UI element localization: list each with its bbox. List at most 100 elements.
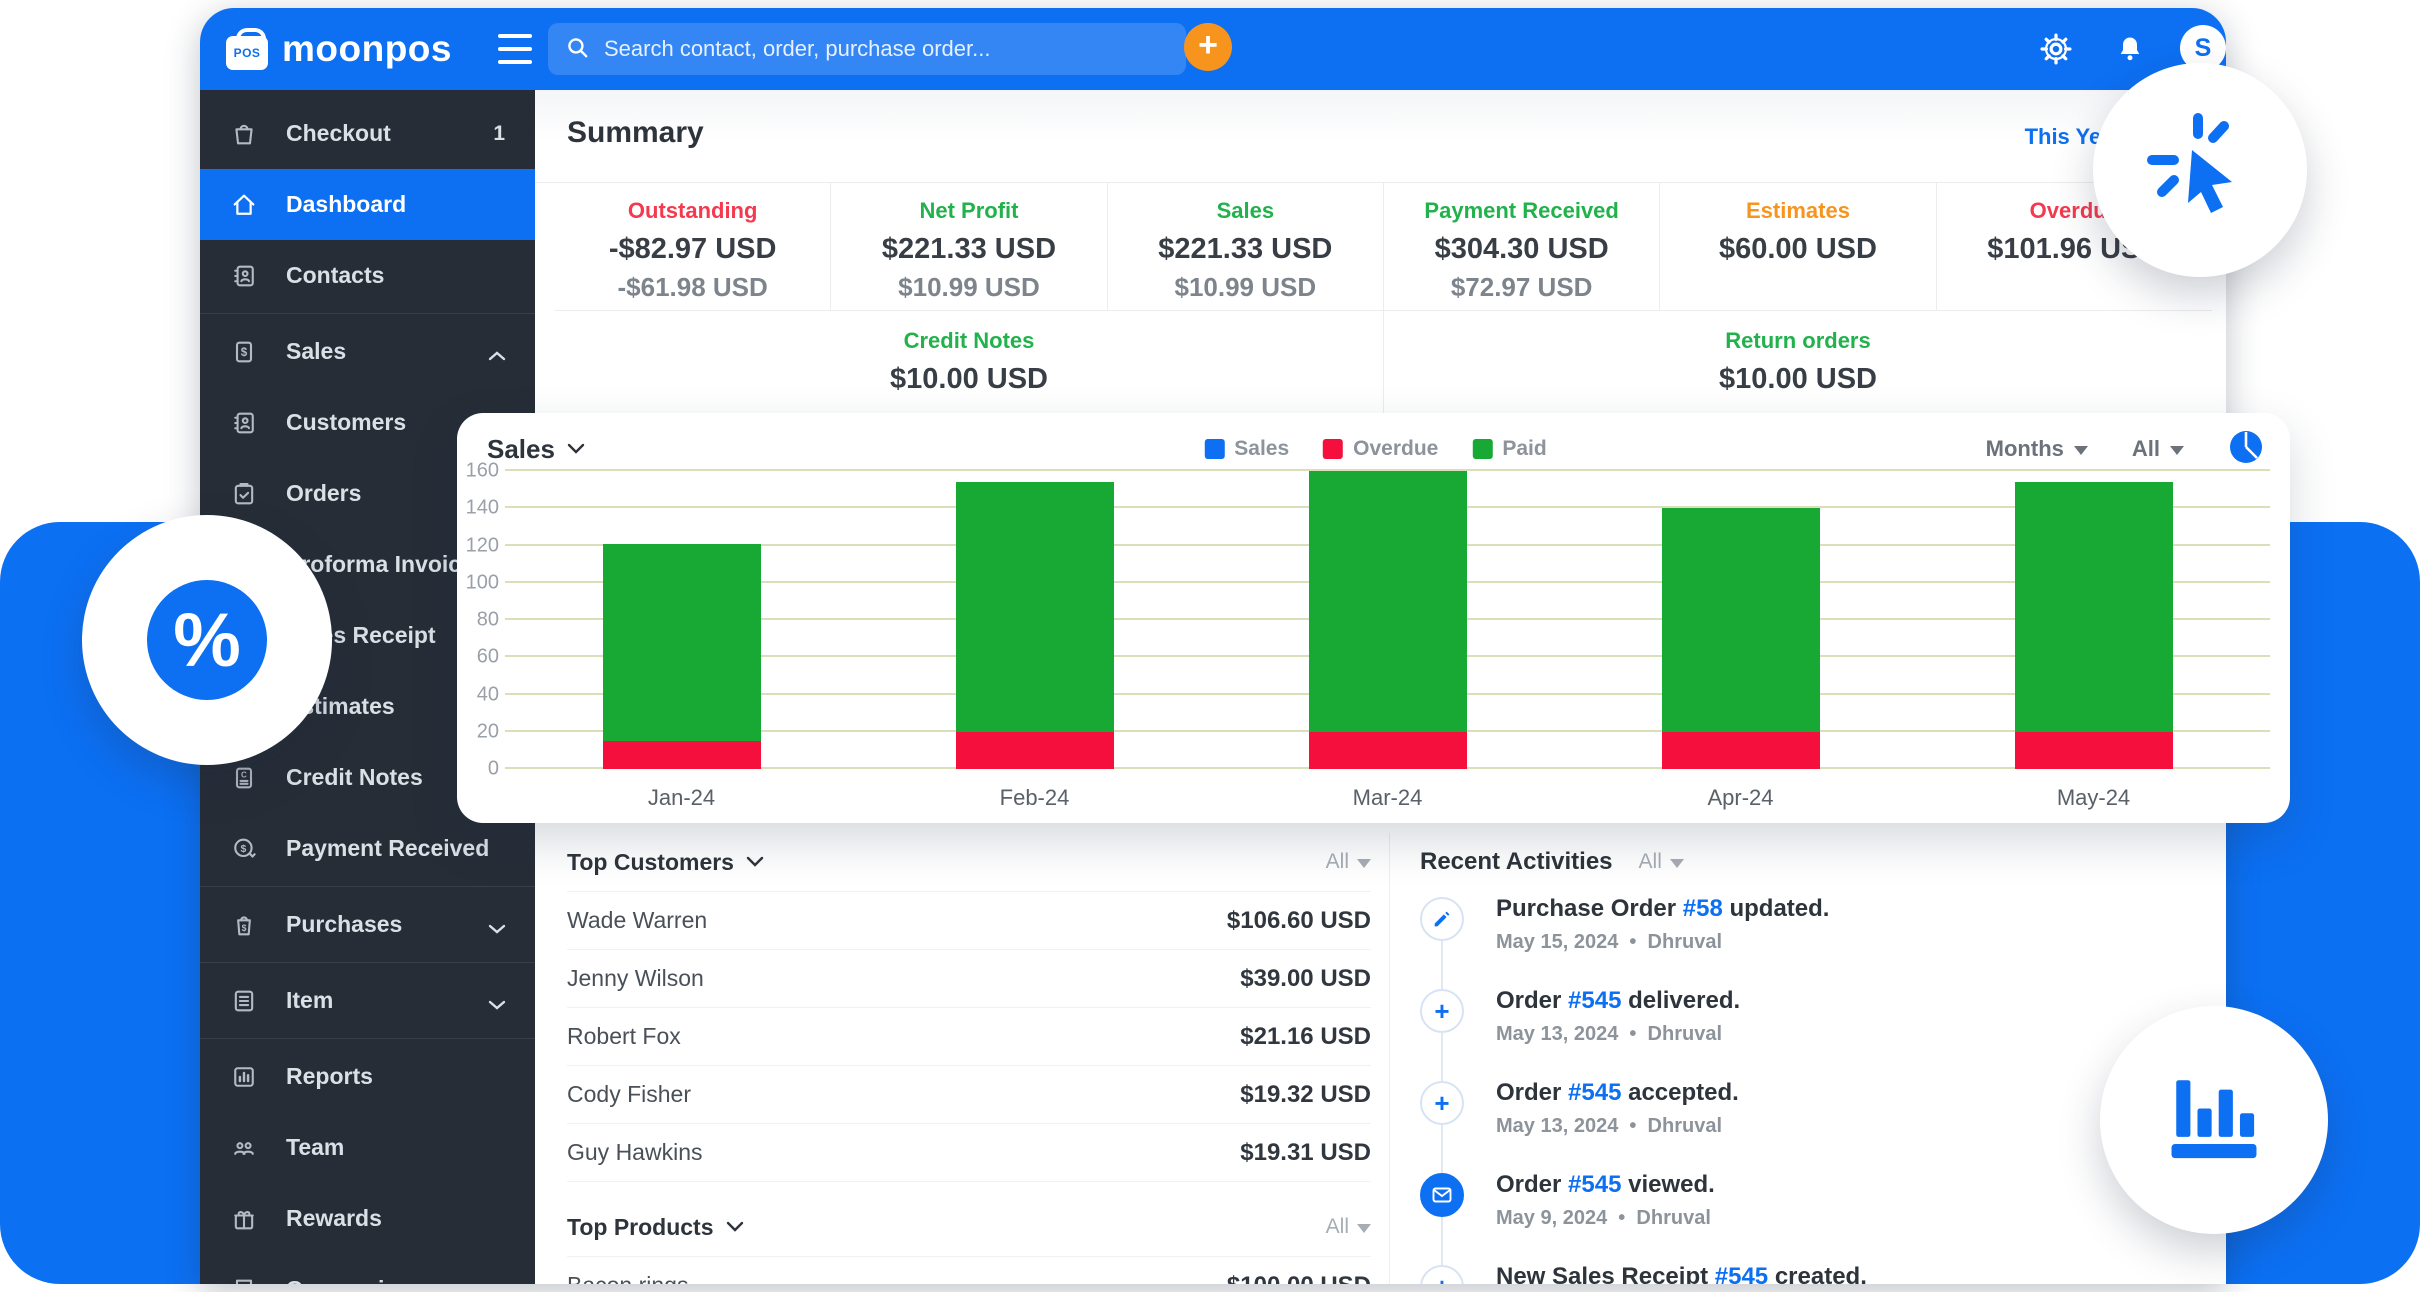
search-input[interactable] xyxy=(602,35,1170,63)
row-name: Cody Fisher xyxy=(567,1081,691,1108)
sidebar-item-label: Item xyxy=(286,987,333,1014)
bar-segment-paid xyxy=(2015,482,2173,732)
left-lists-panel: Top Customers All Wade Warren$106.60 USD… xyxy=(535,833,1390,1284)
sidebar-divider xyxy=(200,1038,535,1039)
sidebar-item-label: Team xyxy=(286,1134,344,1161)
sidebar-item-rewards[interactable]: Rewards xyxy=(200,1183,535,1254)
customer-row[interactable]: Jenny Wilson$39.00 USD xyxy=(567,950,1371,1008)
activity-link[interactable]: #545 xyxy=(1568,1079,1621,1106)
metric-value: $304.30 USD xyxy=(1384,233,1659,266)
customer-row[interactable]: Guy Hawkins$19.31 USD xyxy=(567,1124,1371,1182)
top-products-title[interactable]: Top Products xyxy=(567,1214,744,1241)
chevron-down-icon xyxy=(567,443,585,455)
bar-segment-overdue xyxy=(1309,732,1467,769)
notifications-bell-icon[interactable] xyxy=(2112,31,2148,67)
customer-row[interactable]: Robert Fox$21.16 USD xyxy=(567,1008,1371,1066)
bar-group-may-24 xyxy=(1917,471,2270,769)
percent-icon: % xyxy=(147,580,267,700)
chart-legend: Sales Overdue Paid xyxy=(1204,437,1546,461)
row-amount: $19.31 USD xyxy=(1240,1139,1371,1167)
chart-filter-dropdown[interactable]: All xyxy=(2132,436,2184,462)
row-amount: $106.60 USD xyxy=(1227,907,1371,935)
activity-date: May 9, 2024 • Dhruval xyxy=(1496,1207,2226,1230)
summary-metrics-row2: Credit Notes$10.00 USDReturn orders$10.0… xyxy=(555,310,2212,416)
x-axis-label: May-24 xyxy=(1917,785,2270,811)
bar-chart-plot: 020406080100120140160 xyxy=(505,471,2270,769)
sidebar-item-label: Reports xyxy=(286,1063,373,1090)
customer-row[interactable]: Wade Warren$106.60 USD xyxy=(567,892,1371,950)
svg-text:C: C xyxy=(241,770,247,779)
top-customers-filter[interactable]: All xyxy=(1326,850,1371,874)
metric-credit-notes: Credit Notes$10.00 USD xyxy=(555,310,1384,416)
hamburger-menu-icon[interactable] xyxy=(498,34,532,64)
team-icon xyxy=(230,1134,258,1162)
chart-period-dropdown[interactable]: Months xyxy=(1986,436,2088,462)
sidebar-item-reports[interactable]: Reports xyxy=(200,1041,535,1112)
caret-down-icon xyxy=(2170,446,2184,455)
payment-icon: $ xyxy=(230,835,258,863)
activity-link[interactable]: #545 xyxy=(1568,987,1621,1014)
sidebar-item-companies[interactable]: Companies xyxy=(200,1254,535,1284)
metric-payment-received: Payment Received $304.30 USD $72.97 USD xyxy=(1384,182,1660,310)
sidebar-divider xyxy=(200,313,535,314)
sidebar-item-label: Customers xyxy=(286,409,406,436)
sidebar-item-purchases[interactable]: $Purchases xyxy=(200,889,535,960)
bar-segment-paid xyxy=(603,544,761,741)
metric-label: Net Profit xyxy=(831,198,1106,224)
activity-link[interactable]: #545 xyxy=(1568,1171,1621,1198)
legend-item-overdue[interactable]: Overdue xyxy=(1323,437,1438,461)
customer-row[interactable]: Cody Fisher$19.32 USD xyxy=(567,1066,1371,1124)
legend-item-sales[interactable]: Sales xyxy=(1204,437,1289,461)
sidebar-item-payment-received[interactable]: $Payment Received xyxy=(200,813,535,884)
sidebar-item-dashboard[interactable]: Dashboard xyxy=(200,169,535,240)
item-icon xyxy=(230,987,258,1015)
top-customers-list: Wade Warren$106.60 USDJenny Wilson$39.00… xyxy=(567,892,1371,1182)
metric-label: Estimates xyxy=(1660,198,1935,224)
plus-icon: + xyxy=(1420,1081,1464,1125)
metric-outstanding: Outstanding-$82.97 USD-$61.98 USD xyxy=(555,182,831,310)
logo-text: moonpos xyxy=(282,28,452,70)
metric-estimates: Estimates$60.00 USD xyxy=(1660,182,1936,310)
bar-group-jan-24 xyxy=(505,471,858,769)
settings-gear-icon[interactable] xyxy=(2038,31,2074,67)
top-products-filter[interactable]: All xyxy=(1326,1215,1371,1239)
top-customers-title[interactable]: Top Customers xyxy=(567,849,764,876)
sidebar-item-team[interactable]: Team xyxy=(200,1112,535,1183)
legend-item-paid[interactable]: Paid xyxy=(1472,437,1546,461)
sidebar-item-item[interactable]: Item xyxy=(200,965,535,1036)
discount-badge-decoration: % xyxy=(82,515,332,765)
search-bar[interactable] xyxy=(548,23,1186,75)
top-bar: POS moonpos + xyxy=(200,8,2226,90)
add-button[interactable]: + xyxy=(1184,23,1232,71)
product-row[interactable]: Bacon rings$100.00 USD xyxy=(567,1257,1371,1284)
activity-link[interactable]: #58 xyxy=(1683,895,1723,922)
sidebar-item-checkout[interactable]: Checkout1 xyxy=(200,98,535,169)
metric-label: Credit Notes xyxy=(555,328,1383,354)
y-axis-tick: 80 xyxy=(459,609,499,632)
caret-down-icon xyxy=(1357,859,1371,868)
bar-group-apr-24 xyxy=(1564,471,1917,769)
svg-text:$: $ xyxy=(241,346,248,359)
activity-item: +Order #545 delivered.May 13, 2024 • Dhr… xyxy=(1420,987,2226,1046)
metric-label: Payment Received xyxy=(1384,198,1659,224)
caret-down-icon xyxy=(1670,859,1684,868)
caret-down-icon xyxy=(1357,1224,1371,1233)
bar-segment-overdue xyxy=(603,741,761,769)
page-title: Summary xyxy=(567,116,704,150)
chart-title-dropdown[interactable]: Sales xyxy=(487,434,585,465)
metric-secondary-value: $72.97 USD xyxy=(1384,272,1659,303)
sidebar-item-contacts[interactable]: Contacts xyxy=(200,240,535,311)
sidebar-item-label: Purchases xyxy=(286,911,402,938)
caret-down-icon xyxy=(2074,446,2088,455)
home-icon xyxy=(230,191,258,219)
credit-note-icon: C xyxy=(230,764,258,792)
pie-chart-toggle-icon[interactable] xyxy=(2228,429,2264,470)
activity-link[interactable]: #545 xyxy=(1715,1263,1768,1284)
metric-label: Sales xyxy=(1108,198,1383,224)
recent-activities-filter[interactable]: All xyxy=(1639,850,1684,874)
metric-secondary-value: $10.99 USD xyxy=(1108,272,1383,303)
sidebar-badge: 1 xyxy=(493,122,505,146)
orders-icon xyxy=(230,480,258,508)
sidebar-item-sales[interactable]: $Sales xyxy=(200,316,535,387)
metric-value: $221.33 USD xyxy=(831,233,1106,266)
